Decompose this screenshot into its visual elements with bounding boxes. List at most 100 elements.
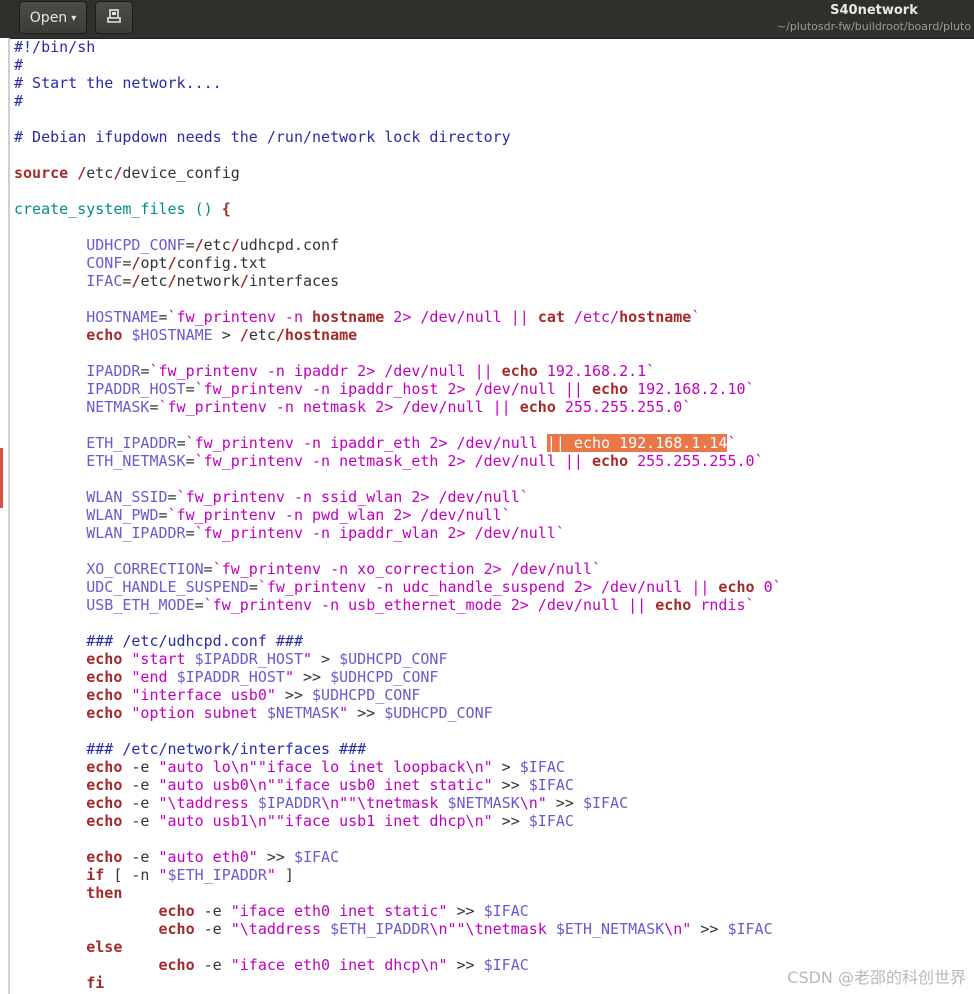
code-token: = <box>158 308 168 326</box>
code-token: echo <box>591 452 629 470</box>
code-token: $UDHCPD_CONF <box>330 668 439 686</box>
code-line[interactable]: echo -e "\taddress $ETH_IPADDR\n""\tnetm… <box>14 920 974 938</box>
code-line[interactable]: ETH_NETMASK=`fw_printenv -n netmask_eth … <box>14 452 974 470</box>
code-line[interactable] <box>14 344 974 362</box>
code-line[interactable] <box>14 110 974 128</box>
code-line[interactable]: echo -e "\taddress $IPADDR\n""\tnetmask … <box>14 794 974 812</box>
code-line[interactable]: WLAN_SSID=`fw_printenv -n ssid_wlan 2> /… <box>14 488 974 506</box>
code-line[interactable]: WLAN_IPADDR=`fw_printenv -n ipaddr_wlan … <box>14 524 974 542</box>
code-line[interactable]: echo "interface usb0" >> $UDHCPD_CONF <box>14 686 974 704</box>
selected-text: || echo 192.168.1.14 <box>546 434 728 452</box>
code-line[interactable]: # Start the network.... <box>14 74 974 92</box>
code-token: # <box>14 56 24 74</box>
code-line[interactable] <box>14 470 974 488</box>
open-button[interactable]: Open ▾ <box>19 1 87 34</box>
text-editor[interactable]: #!/bin/sh # # Start the network.... # # Deb… <box>14 38 974 994</box>
code-token: /etc/ <box>564 308 620 326</box>
code-line[interactable]: XO_CORRECTION=`fw_printenv -n xo_correct… <box>14 560 974 578</box>
code-token: etc <box>140 272 168 290</box>
code-line[interactable]: ### /etc/network/interfaces ### <box>14 740 974 758</box>
code-token: = <box>185 236 195 254</box>
code-token: `fw_printenv -n pwd_wlan 2> /dev/null` <box>167 506 511 524</box>
code-line[interactable]: echo -e "auto lo\n""iface lo inet loopba… <box>14 758 974 776</box>
code-line[interactable]: USB_ETH_MODE=`fw_printenv -n usb_etherne… <box>14 596 974 614</box>
code-token: echo <box>158 920 195 938</box>
code-line[interactable] <box>14 290 974 308</box>
code-token: $IFAC <box>293 848 340 866</box>
code-token: IFAC <box>86 272 123 290</box>
code-line[interactable]: IFAC=/etc/network/interfaces <box>14 272 974 290</box>
code-token: >> <box>492 812 529 830</box>
code-line[interactable]: then <box>14 884 974 902</box>
code-line[interactable]: HOSTNAME=`fw_printenv -n hostname 2> /de… <box>14 308 974 326</box>
code-token: / <box>239 326 249 344</box>
code-token: device_config <box>122 164 240 182</box>
code-line[interactable] <box>14 416 974 434</box>
code-line[interactable]: create_system_files () { <box>14 200 974 218</box>
code-line[interactable]: WLAN_PWD=`fw_printenv -n pwd_wlan 2> /de… <box>14 506 974 524</box>
code-line[interactable]: echo "start $IPADDR_HOST" > $UDHCPD_CONF <box>14 650 974 668</box>
code-line[interactable]: echo "option subnet $NETMASK" >> $UDHCPD… <box>14 704 974 722</box>
code-line[interactable]: echo "end $IPADDR_HOST" >> $UDHCPD_CONF <box>14 668 974 686</box>
code-line[interactable]: # <box>14 92 974 110</box>
code-token: IPADDR <box>86 362 141 380</box>
code-line[interactable] <box>14 542 974 560</box>
code-line[interactable]: UDC_HANDLE_SUSPEND=`fw_printenv -n udc_h… <box>14 578 974 596</box>
code-token: / <box>167 272 177 290</box>
code-line[interactable]: IPADDR=`fw_printenv -n ipaddr 2> /dev/nu… <box>14 362 974 380</box>
header-bar: Open ▾ S40network ~/plutosdr-fw/buildroo… <box>0 0 974 39</box>
code-token: $IFAC <box>582 794 629 812</box>
code-line[interactable]: echo $HOSTNAME > /etc/hostname <box>14 326 974 344</box>
code-token: `fw_printenv -n ipaddr_eth 2> /dev/null <box>185 434 547 452</box>
code-line[interactable]: echo -e "iface eth0 inet static" >> $IFA… <box>14 902 974 920</box>
code-token: echo <box>86 326 123 344</box>
code-token: etc <box>248 326 276 344</box>
code-line[interactable]: ### /etc/udhcpd.conf ### <box>14 632 974 650</box>
open-button-label: Open <box>29 9 68 26</box>
code-line[interactable]: # Debian ifupdown needs the /run/network… <box>14 128 974 146</box>
code-line[interactable] <box>14 218 974 236</box>
code-line[interactable]: if [ -n "$ETH_IPADDR" ] <box>14 866 974 884</box>
code-token: / <box>167 254 177 272</box>
code-line[interactable]: NETMASK=`fw_printenv -n netmask 2> /dev/… <box>14 398 974 416</box>
code-line[interactable]: echo -e "auto usb1\n""iface usb1 inet dh… <box>14 812 974 830</box>
code-token: "auto eth0" <box>158 848 258 866</box>
code-line[interactable] <box>14 722 974 740</box>
code-token: fi <box>86 974 105 992</box>
code-token: "option subnet <box>131 704 267 722</box>
code-line[interactable]: echo -e "auto usb0\n""iface usb0 inet st… <box>14 776 974 794</box>
code-line[interactable]: UDHCPD_CONF=/etc/udhcpd.conf <box>14 236 974 254</box>
code-token: interfaces <box>248 272 340 290</box>
code-token: $IFAC <box>483 956 529 974</box>
code-token: -e <box>122 776 159 794</box>
code-line[interactable]: IPADDR_HOST=`fw_printenv -n ipaddr_host … <box>14 380 974 398</box>
code-token: = <box>149 398 159 416</box>
code-line[interactable]: ETH_IPADDR=`fw_printenv -n ipaddr_eth 2>… <box>14 434 974 452</box>
code-line[interactable]: else <box>14 938 974 956</box>
code-token: echo <box>86 668 123 686</box>
code-line[interactable] <box>14 182 974 200</box>
code-token: $ETH_IPADDR <box>167 866 267 884</box>
code-line[interactable] <box>14 146 974 164</box>
code-token: [ -n <box>104 866 159 884</box>
code-line[interactable]: source /etc/device_config <box>14 164 974 182</box>
code-line[interactable]: CONF=/opt/config.txt <box>14 254 974 272</box>
code-line[interactable]: echo -e "auto eth0" >> $IFAC <box>14 848 974 866</box>
save-button[interactable] <box>95 1 133 34</box>
code-line[interactable] <box>14 614 974 632</box>
code-line[interactable] <box>14 830 974 848</box>
code-line[interactable]: #!/bin/sh <box>14 38 974 56</box>
code-line[interactable]: # <box>14 56 974 74</box>
code-token: $ETH_IPADDR <box>330 920 430 938</box>
